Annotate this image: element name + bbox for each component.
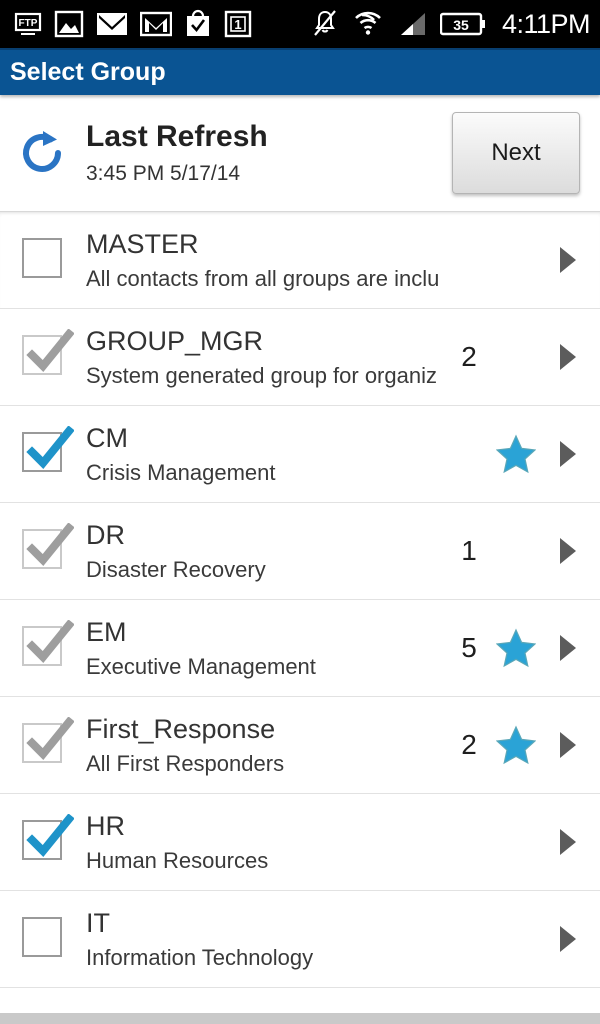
group-checkbox[interactable] [22,523,74,573]
group-list: MASTER All contacts from all groups are i… [0,211,600,988]
battery-icon: 35 [439,12,485,36]
group-checkbox[interactable] [22,917,66,961]
group-row-right [446,919,586,959]
group-texts: IT Information Technology [86,908,438,971]
group-checkbox[interactable] [22,426,74,476]
group-row-right [446,434,586,474]
group-name: IT [86,907,110,938]
svg-text:1: 1 [234,17,241,32]
group-row-right: 2 [446,725,586,765]
group-name: MASTER [86,228,199,259]
checkmark-icon [26,329,74,372]
group-row-right: 1 [446,531,586,571]
group-texts: MASTER All contacts from all groups are i… [86,229,438,292]
chevron-right-icon[interactable] [552,243,582,277]
group-texts: CM Crisis Management [86,423,438,486]
status-bar-right-icons: 35 4:11PM [311,8,591,40]
wifi-icon [355,11,381,35]
svg-text:FTP: FTP [19,18,38,29]
group-name: GROUP_MGR [86,325,264,356]
group-member-count: 5 [461,632,477,663]
silent-bell-icon [314,10,336,36]
star-icon[interactable] [496,725,536,765]
group-row[interactable]: CM Crisis Management [0,406,600,503]
status-bar-clock: 4:11PM [501,8,591,39]
group-member-count: 2 [461,729,477,760]
checkbox-box [22,238,62,278]
group-name: First_Response [86,713,276,744]
group-row[interactable]: IT Information Technology [0,891,600,988]
chevron-right-icon[interactable] [552,437,582,471]
group-description: All contacts from all groups are inclu… [86,265,438,291]
group-name: EM [86,616,127,647]
battery-level-text: 35 [453,17,469,33]
gmail-icon [140,11,172,37]
group-name: CM [86,422,128,453]
group-name: HR [86,810,125,841]
group-texts: HR Human Resources [86,811,438,874]
play-store-bag-icon [187,9,209,36]
group-texts: GROUP_MGR System generated group for orga… [86,326,438,389]
group-checkbox[interactable] [22,814,74,864]
group-checkbox[interactable] [22,620,74,670]
checkmark-icon [26,523,74,566]
last-refresh-timestamp: 3:45 PM 5/17/14 [86,162,241,185]
star-icon[interactable] [496,434,536,474]
next-button[interactable]: Next [452,112,580,194]
group-row[interactable]: DR Disaster Recovery 1 [0,503,600,600]
group-texts: DR Disaster Recovery [86,520,438,583]
group-row-right: 2 [446,337,586,377]
checkmark-icon [26,814,74,857]
group-row[interactable]: EM Executive Management 5 [0,600,600,697]
group-row[interactable]: HR Human Resources [0,794,600,891]
calendar-icon: 1 [224,10,252,38]
last-refresh-header[interactable]: Last Refresh 3:45 PM 5/17/14 Next [0,95,600,211]
group-row-right: 5 [446,628,586,668]
title-bar: Select Group [0,48,600,95]
chevron-right-icon[interactable] [552,534,582,568]
group-texts: EM Executive Management [86,617,438,680]
email-icon [97,13,127,35]
chevron-right-icon[interactable] [552,728,582,762]
group-description: Information Technology [86,944,314,970]
group-description: Crisis Management [86,459,276,485]
group-member-count: 2 [461,341,477,372]
group-row[interactable]: First_Response All First Responders 2 [0,697,600,794]
group-description: All First Responders [86,750,285,776]
group-checkbox[interactable] [22,238,66,282]
group-row-right [446,240,586,280]
chevron-right-icon[interactable] [552,340,582,374]
ftp-icon: FTP [14,12,42,35]
checkbox-box [22,917,62,957]
group-row[interactable]: GROUP_MGR System generated group for orga… [0,309,600,406]
gallery-icon [54,10,84,38]
status-bar-left-icons: FTP 1 [14,9,252,39]
checkmark-icon [26,620,74,663]
group-description: Executive Management [86,653,316,679]
list-bottom-strip [0,1012,600,1024]
chevron-right-icon[interactable] [552,631,582,665]
group-member-count: 1 [461,535,477,566]
group-row-right [446,822,586,862]
refresh-icon[interactable] [14,125,70,181]
chevron-right-icon[interactable] [552,922,582,956]
checkmark-icon [26,717,74,760]
group-row[interactable]: MASTER All contacts from all groups are i… [0,212,600,309]
group-description: Disaster Recovery [86,556,266,582]
app-screen: FTP 1 35 4:11PM Select Group Last Refres… [0,0,600,1024]
group-description: System generated group for organizi… [86,362,438,388]
group-checkbox[interactable] [22,717,74,767]
last-refresh-title: Last Refresh [86,120,268,153]
star-icon[interactable] [496,628,536,668]
last-refresh-texts: Last Refresh 3:45 PM 5/17/14 [86,120,268,186]
group-name: DR [86,519,125,550]
chevron-right-icon[interactable] [552,825,582,859]
group-description: Human Resources [86,847,269,873]
checkmark-icon [26,426,74,469]
status-bar: FTP 1 35 4:11PM [0,0,600,48]
group-texts: First_Response All First Responders [86,714,438,777]
page-title: Select Group [10,58,166,86]
cellular-signal-icon [400,13,425,35]
group-checkbox[interactable] [22,329,74,379]
